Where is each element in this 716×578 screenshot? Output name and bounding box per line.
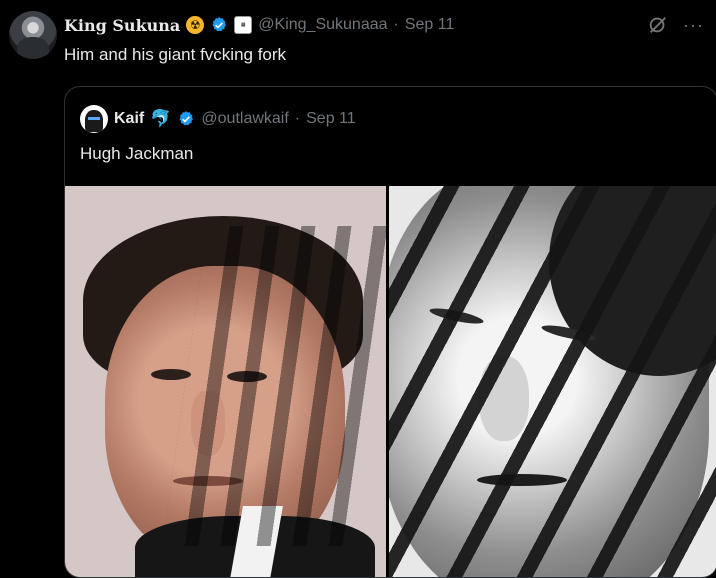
media-photo-left[interactable] bbox=[65, 186, 386, 577]
quoted-verified-badge-icon bbox=[179, 111, 194, 126]
verified-badge-icon bbox=[212, 17, 227, 32]
quoted-author-name[interactable]: Kaif bbox=[114, 110, 144, 128]
quoted-separator-dot: · bbox=[294, 110, 301, 127]
quoted-author-handle[interactable]: @outlawkaif bbox=[201, 110, 288, 128]
author-handle[interactable]: @King_Sukunaaa bbox=[258, 16, 387, 34]
author-name[interactable]: King Sukuna bbox=[64, 16, 180, 35]
quoted-tweet[interactable]: Kaif 🐬 @outlawkaif · Sep 11 Hugh Jackman bbox=[64, 86, 716, 578]
radioactive-icon: ☢ bbox=[186, 16, 205, 34]
tweet-date[interactable]: Sep 11 bbox=[405, 16, 455, 34]
tweet-text: Him and his giant fvcking fork bbox=[64, 45, 287, 64]
tweet[interactable]: King Sukuna ☢ ▦ @King_Sukunaaa · Sep 11 … bbox=[0, 0, 716, 578]
quoted-tweet-text: Hugh Jackman bbox=[80, 144, 194, 163]
tweet-actions: ··· bbox=[647, 14, 704, 36]
more-icon[interactable]: ··· bbox=[683, 15, 704, 36]
tweet-header: King Sukuna ☢ ▦ @King_Sukunaaa · Sep 11 bbox=[64, 14, 454, 36]
media-photo-right[interactable] bbox=[389, 186, 716, 577]
grok-icon[interactable] bbox=[647, 14, 669, 36]
author-avatar[interactable] bbox=[9, 11, 57, 59]
affiliate-badge-icon: ▦ bbox=[234, 16, 253, 34]
quoted-tweet-date[interactable]: Sep 11 bbox=[306, 110, 356, 128]
quoted-tweet-media bbox=[65, 186, 716, 577]
separator-dot: · bbox=[393, 16, 399, 33]
quoted-tweet-header: Kaif 🐬 @outlawkaif · Sep 11 bbox=[80, 105, 356, 133]
dolphin-icon: 🐬 bbox=[150, 109, 172, 128]
quoted-author-avatar[interactable] bbox=[80, 105, 108, 133]
